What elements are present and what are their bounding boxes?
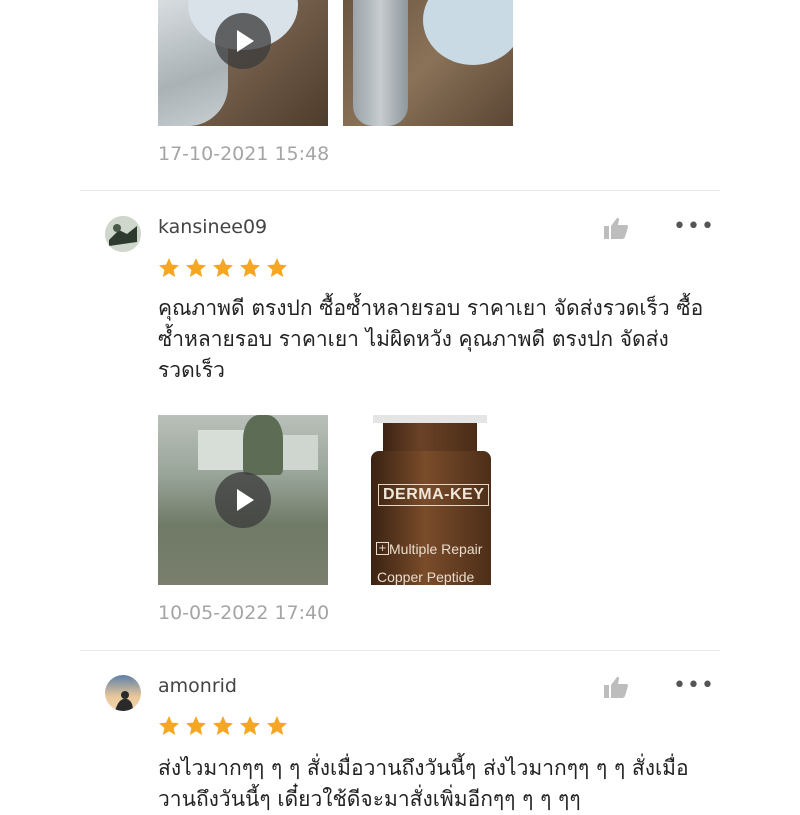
avatar[interactable] (105, 675, 141, 711)
review-date: 17-10-2021 15:48 (158, 143, 330, 165)
review-video-thumbnail[interactable] (158, 415, 328, 585)
review-photo-thumbnail[interactable]: DERMA-KEY Multiple Repair + Copper Pepti… (343, 415, 513, 585)
star-icon (213, 258, 233, 277)
play-icon[interactable] (215, 472, 271, 528)
rating-stars (157, 714, 289, 738)
vial-cap (373, 415, 487, 423)
star-icon (267, 716, 287, 735)
star-icon (240, 716, 260, 735)
star-icon (159, 716, 179, 735)
tree (243, 415, 283, 475)
reviewer-username[interactable]: amonrid (158, 675, 237, 697)
review-photo-thumbnail[interactable] (343, 0, 513, 126)
star-icon (267, 258, 287, 277)
reviewer-username[interactable]: kansinee09 (158, 216, 267, 238)
jar-lid (423, 0, 513, 65)
review-divider (80, 190, 720, 191)
star-icon (240, 258, 260, 277)
avatar[interactable] (105, 216, 141, 252)
more-dots-icon[interactable]: ••• (673, 673, 715, 698)
vial-body: DERMA-KEY Multiple Repair + Copper Pepti… (371, 451, 491, 585)
thumbs-up-icon[interactable] (603, 216, 629, 240)
review-date: 10-05-2022 17:40 (158, 602, 330, 624)
thumbs-up-icon[interactable] (603, 675, 629, 699)
star-icon (186, 716, 206, 735)
review-video-thumbnail[interactable] (158, 0, 328, 126)
rating-stars (157, 256, 289, 280)
avatar-image (105, 675, 141, 711)
product-label-text: DERMA-KEY (378, 484, 490, 506)
review-text: ส่งไวมากๆๆ ๆ ๆ สั่งเมื่อวานถึงวันนี้ๆ ส่… (158, 756, 689, 811)
play-icon[interactable] (215, 13, 271, 69)
bubble-wrap-roll (353, 0, 408, 126)
building (198, 430, 248, 470)
review-text: คุณภาพดี ตรงปก ซื้อซ้ำหลายรอบ ราคาเยา จั… (158, 296, 704, 382)
more-dots-icon[interactable]: ••• (673, 214, 715, 239)
vial-neck (383, 423, 477, 451)
star-icon (159, 258, 179, 277)
review-divider (80, 650, 720, 651)
star-icon (213, 716, 233, 735)
product-line-2: Copper Peptide (377, 569, 475, 585)
avatar-image (105, 216, 141, 252)
plus-icon: + (376, 542, 389, 555)
star-icon (186, 258, 206, 277)
product-line-1: Multiple Repair (389, 541, 483, 557)
